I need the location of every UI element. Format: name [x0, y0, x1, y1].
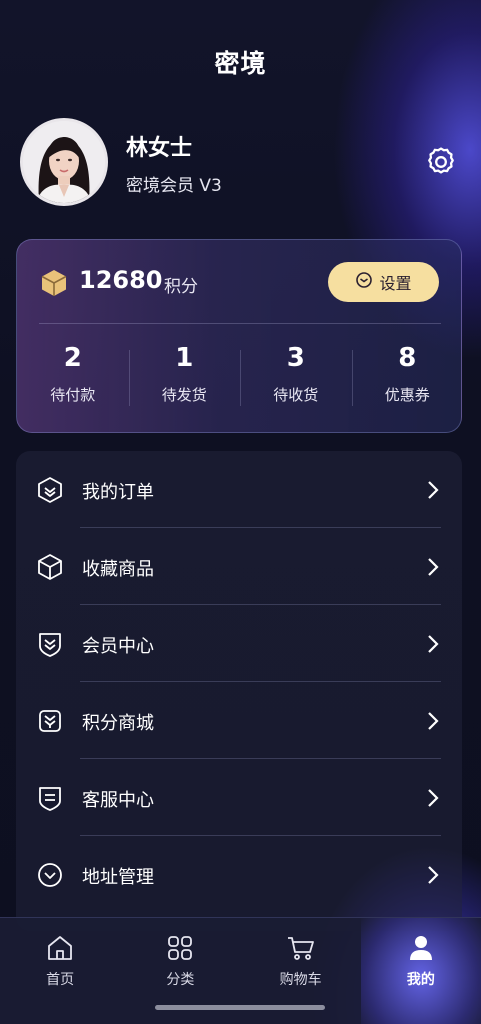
points-unit: 积分: [164, 277, 198, 297]
user-icon: [406, 936, 436, 967]
order-icon: [36, 476, 64, 504]
stat-label: 待发货: [161, 386, 207, 404]
member-level: 密境会员 V3: [126, 176, 222, 196]
menu-label: 客服中心: [82, 790, 154, 811]
favorite-box-icon: [36, 553, 64, 581]
menu-item-customer-service[interactable]: 客服中心: [16, 759, 462, 836]
menu-label: 会员中心: [82, 636, 154, 657]
service-icon: [36, 784, 64, 812]
chevron-right-icon: [426, 633, 440, 655]
points-settings-button[interactable]: 设置: [328, 262, 439, 302]
coin-icon: [355, 271, 373, 293]
tab-home[interactable]: 首页: [0, 918, 120, 1024]
chevron-right-icon: [426, 556, 440, 578]
points-card: 12680 积分 设置 2 待付款 1 待发货 3 待收货 8 优惠券: [16, 239, 462, 433]
home-icon: [45, 936, 75, 967]
stat-count: 1: [175, 343, 194, 373]
chevron-right-icon: [426, 864, 440, 886]
stat-label: 优惠券: [384, 386, 430, 404]
stat-coupons[interactable]: 8 优惠券: [351, 340, 464, 416]
stat-label: 待收货: [273, 386, 319, 404]
menu-list: 我的订单 收藏商品 会员中心 积分商城 客服中心 地址管理: [16, 451, 462, 931]
chevron-right-icon: [426, 710, 440, 732]
address-icon: [36, 861, 64, 889]
menu-item-address[interactable]: 地址管理: [16, 836, 462, 913]
menu-item-favorites[interactable]: 收藏商品: [16, 528, 462, 605]
stat-pending-payment[interactable]: 2 待付款: [17, 340, 129, 416]
chevron-right-icon: [426, 479, 440, 501]
stat-pending-receipt[interactable]: 3 待收货: [240, 340, 352, 416]
stat-label: 待付款: [50, 386, 96, 404]
home-indicator: [155, 1005, 325, 1010]
menu-label: 收藏商品: [82, 559, 154, 580]
menu-item-orders[interactable]: 我的订单: [16, 451, 462, 528]
chevron-right-icon: [426, 787, 440, 809]
page-title: 密境: [214, 49, 267, 78]
category-icon: [165, 936, 195, 967]
stat-pending-shipment[interactable]: 1 待发货: [128, 340, 241, 416]
tab-label: 首页: [46, 972, 75, 988]
user-name: 林女士: [126, 136, 193, 161]
member-shield-icon: [36, 630, 64, 658]
order-stats: 2 待付款 1 待发货 3 待收货 8 优惠券: [17, 340, 463, 416]
tab-label: 分类: [166, 972, 195, 988]
profile-page: 密境 林女士 密境会员 V3 12680 积分 设置 2 待付款 1 待发货 3…: [0, 0, 481, 1024]
points-value: 12680: [79, 266, 163, 294]
coin-box-icon: [41, 269, 67, 297]
menu-label: 我的订单: [82, 482, 154, 503]
divider: [39, 323, 441, 324]
points-mall-icon: [36, 707, 64, 735]
menu-item-points-mall[interactable]: 积分商城: [16, 682, 462, 759]
stat-count: 2: [63, 343, 82, 373]
menu-item-member-center[interactable]: 会员中心: [16, 605, 462, 682]
tab-label: 我的: [406, 972, 435, 988]
points-settings-label: 设置: [379, 274, 412, 293]
tab-mine[interactable]: 我的: [360, 918, 481, 1024]
menu-label: 积分商城: [82, 713, 154, 734]
stat-count: 8: [398, 343, 417, 373]
avatar[interactable]: [20, 118, 108, 206]
cart-icon: [286, 937, 316, 967]
stat-count: 3: [286, 343, 305, 373]
gear-icon[interactable]: [424, 145, 458, 179]
menu-label: 地址管理: [82, 867, 154, 888]
tab-label: 购物车: [279, 972, 322, 988]
